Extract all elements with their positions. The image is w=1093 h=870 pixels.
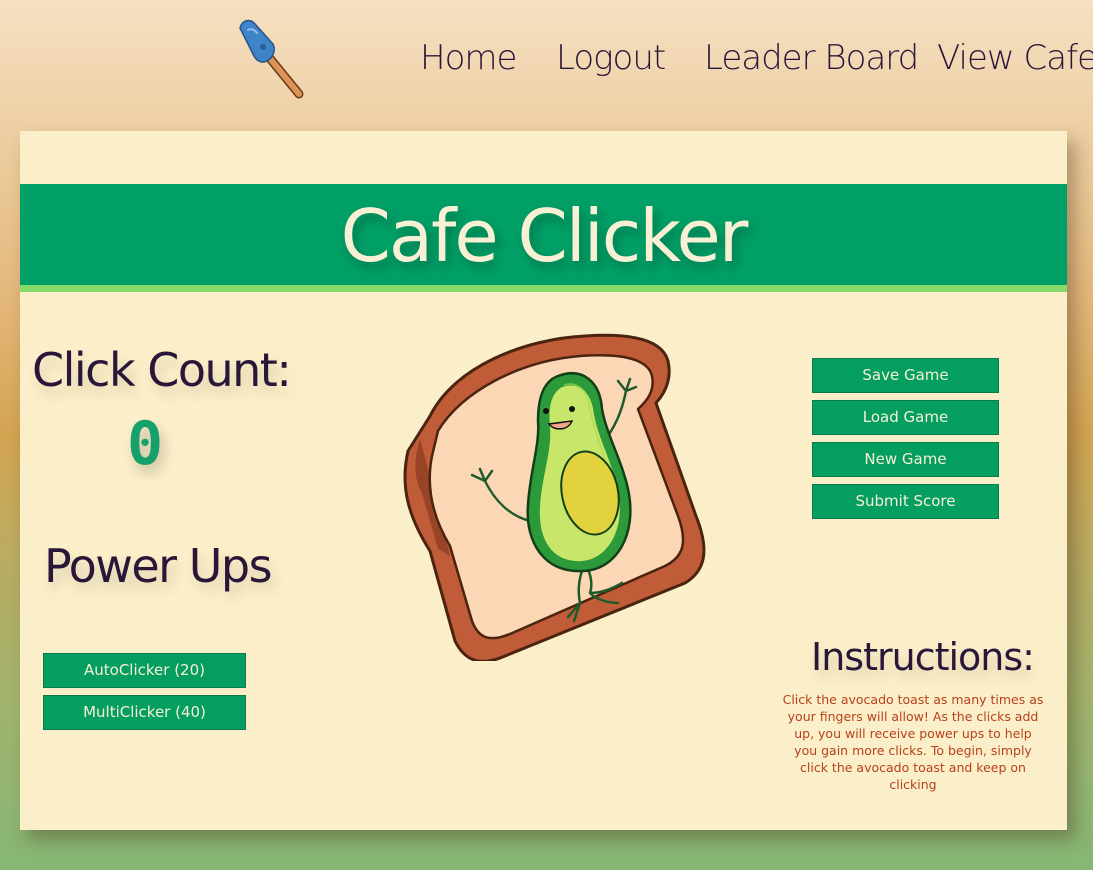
autoclicker-button[interactable]: AutoClicker (20) <box>43 653 246 688</box>
top-nav: Home Logout Leader Board View Cafe <box>0 38 1093 82</box>
click-count-label: Click Count: <box>32 343 292 397</box>
nav-logout-link[interactable]: Logout <box>556 38 666 78</box>
save-game-button[interactable]: Save Game <box>812 358 999 393</box>
game-card: Cafe Clicker Click Count: 0 Power Ups Au… <box>20 131 1067 830</box>
instructions-text: Click the avocado toast as many times as… <box>782 692 1044 792</box>
nav-leader-board-link[interactable]: Leader Board <box>704 38 919 78</box>
click-count-value: 0 <box>126 409 164 479</box>
new-game-button[interactable]: New Game <box>812 442 999 477</box>
instructions-heading: Instructions: <box>811 635 1035 679</box>
load-game-button[interactable]: Load Game <box>812 400 999 435</box>
title-banner: Cafe Clicker <box>20 184 1067 292</box>
power-ups-heading: Power Ups <box>44 539 273 593</box>
submit-score-button[interactable]: Submit Score <box>812 484 999 519</box>
page-title: Cafe Clicker <box>340 194 749 278</box>
nav-view-cafe-link[interactable]: View Cafe <box>937 38 1093 78</box>
avocado-toast-icon[interactable] <box>360 321 720 661</box>
nav-home-link[interactable]: Home <box>420 38 517 78</box>
multiclicker-button[interactable]: MultiClicker (40) <box>43 695 246 730</box>
